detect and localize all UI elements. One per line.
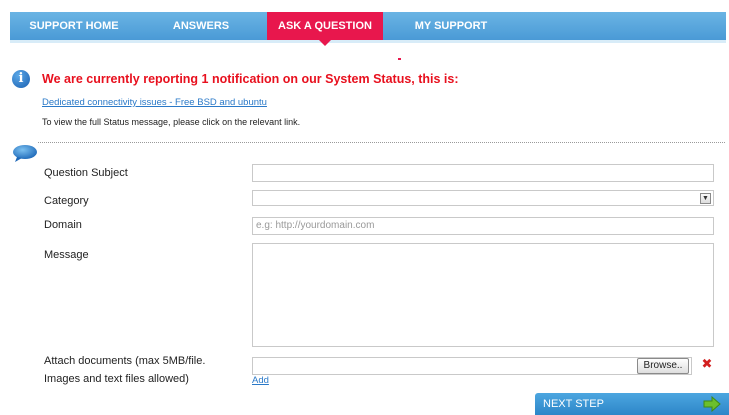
next-step-label: NEXT STEP xyxy=(543,398,604,410)
status-link[interactable]: Dedicated connectivity issues - Free BSD… xyxy=(42,97,267,108)
notification-title: We are currently reporting 1 notificatio… xyxy=(42,72,459,86)
notification-text: To view the full Status message, please … xyxy=(42,117,301,127)
tab-answers[interactable]: ANSWERS xyxy=(162,12,240,40)
arrow-right-icon xyxy=(703,396,721,412)
remove-file-icon[interactable]: ✖ xyxy=(701,357,713,370)
speech-bubble-icon xyxy=(13,145,37,162)
domain-label: Domain xyxy=(44,219,82,231)
category-select[interactable]: ▼ xyxy=(252,190,714,206)
file-input[interactable]: Browse.. xyxy=(252,357,692,375)
subject-label: Question Subject xyxy=(44,167,128,179)
next-step-button[interactable]: NEXT STEP xyxy=(535,393,729,415)
tab-ask-a-question[interactable]: ASK A QUESTION xyxy=(267,12,383,46)
domain-input[interactable]: e.g: http://yourdomain.com xyxy=(252,217,714,235)
message-label: Message xyxy=(44,249,89,261)
attach-label-line1: Attach documents (max 5MB/file. xyxy=(44,355,206,367)
add-attachment-link[interactable]: Add xyxy=(252,375,269,386)
tab-my-support[interactable]: MY SUPPORT xyxy=(406,12,496,40)
active-marker xyxy=(398,58,401,60)
message-textarea[interactable] xyxy=(252,243,714,347)
subject-input[interactable] xyxy=(252,164,714,182)
category-label: Category xyxy=(44,195,89,207)
tab-support-home[interactable]: SUPPORT HOME xyxy=(24,12,124,40)
divider xyxy=(38,142,725,143)
attach-label-line2: Images and text files allowed) xyxy=(44,373,189,385)
browse-button[interactable]: Browse.. xyxy=(637,358,689,374)
info-icon: i xyxy=(12,70,30,88)
main-nav: SUPPORT HOME ANSWERS ASK A QUESTION MY S… xyxy=(10,12,726,46)
chevron-down-icon[interactable]: ▼ xyxy=(700,193,711,204)
